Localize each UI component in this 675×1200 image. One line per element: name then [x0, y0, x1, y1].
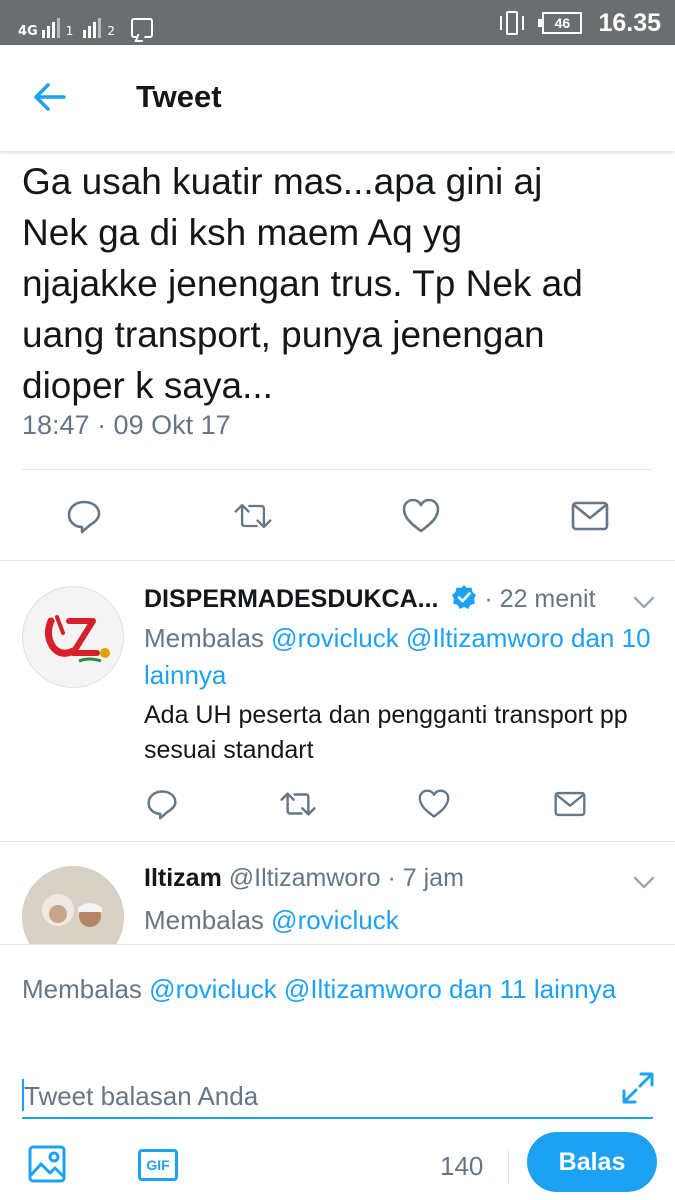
direct-message-button[interactable] — [550, 784, 590, 824]
replying-prefix: Membalas — [22, 974, 142, 1004]
reply-compose-panel: Membalas @rovicluck @Iltizamworo dan 11 … — [0, 944, 675, 1200]
reply-actions — [142, 784, 590, 824]
status-bar-right: 46 16.35 — [498, 6, 661, 40]
network-type: 4G — [18, 24, 38, 39]
replying-to: Membalas @rovicluck @Iltizamworo dan 10 … — [144, 620, 664, 694]
logo-avatar-image — [24, 588, 123, 687]
retweet-button[interactable] — [233, 496, 273, 536]
back-button[interactable] — [30, 77, 74, 117]
clock: 16.35 — [598, 8, 661, 37]
reply-icon — [147, 790, 177, 820]
divider — [22, 469, 653, 470]
messenger-icon — [131, 18, 153, 38]
divider — [0, 560, 675, 561]
retweet-icon — [280, 792, 316, 816]
vibrate-icon — [498, 9, 526, 37]
replying-prefix: Membalas — [144, 623, 264, 653]
tweet-text: Ga usah kuatir mas...apa gini aj Nek ga … — [22, 161, 583, 406]
reply-button[interactable] — [142, 784, 182, 824]
reply-icon — [67, 500, 101, 534]
signal-icon — [83, 14, 102, 38]
like-button[interactable] — [414, 784, 454, 824]
author-name[interactable]: Iltizam — [144, 864, 222, 892]
expand-icon[interactable] — [621, 1071, 655, 1105]
replying-to-link[interactable]: @rovicluck — [271, 905, 399, 935]
reply-header: Iltizam @Iltizamworo · 7 jam — [144, 864, 464, 893]
retweet-icon — [234, 503, 272, 529]
chevron-down-icon[interactable] — [633, 596, 655, 610]
chevron-down-icon[interactable] — [633, 876, 655, 890]
author-name[interactable]: DISPERMADESDUKCA... — [144, 585, 438, 613]
status-bar-left: 4G 1 2 — [18, 8, 153, 38]
verified-badge-icon — [452, 585, 477, 609]
page-title: Tweet — [136, 79, 222, 114]
reply-text: Ada UH peserta dan pengganti transport p… — [144, 701, 628, 764]
envelope-icon — [554, 791, 586, 817]
envelope-icon — [571, 501, 609, 531]
replying-to-link[interactable]: @rovicluck @Iltizamworo dan 11 lainnya — [149, 974, 616, 1004]
gif-button[interactable]: GIF — [138, 1149, 178, 1181]
avatar[interactable] — [22, 586, 124, 688]
character-counter: 140 — [440, 1151, 484, 1181]
reply-time: · 22 menit — [484, 585, 596, 613]
sim-1-label: 1 — [65, 24, 74, 38]
reply-submit-button[interactable]: Balas — [527, 1132, 657, 1192]
compose-replying-to: Membalas @rovicluck @Iltizamworo dan 11 … — [22, 971, 622, 1008]
sim-2-label: 2 — [107, 24, 115, 38]
arrow-left-icon — [34, 83, 66, 111]
divider — [0, 841, 675, 842]
heart-icon — [403, 498, 440, 533]
reply-input[interactable] — [22, 1075, 653, 1119]
battery-icon: 46 — [538, 12, 583, 34]
divider — [508, 1149, 509, 1185]
status-bar: 4G 1 2 46 16.35 — [0, 0, 675, 45]
direct-message-button[interactable] — [570, 496, 610, 536]
author-handle[interactable]: @Iltizamworo — [229, 864, 381, 892]
reply-header: DISPERMADESDUKCA... · 22 menit — [144, 584, 596, 614]
like-button[interactable] — [401, 496, 441, 536]
text-cursor — [22, 1079, 24, 1111]
top-bar: Tweet — [0, 45, 675, 151]
heart-icon — [418, 789, 450, 818]
reply-time: · 7 jam — [387, 864, 464, 892]
replying-to: Membalas @rovicluck — [144, 902, 664, 939]
image-icon[interactable] — [28, 1145, 66, 1183]
tweet-timestamp[interactable]: 18:47 · 09 Okt 17 — [22, 410, 231, 441]
replying-prefix: Membalas — [144, 905, 264, 935]
retweet-button[interactable] — [278, 784, 318, 824]
reply-button[interactable] — [64, 496, 104, 536]
tweet-actions — [64, 496, 610, 536]
signal-icon — [41, 14, 60, 38]
